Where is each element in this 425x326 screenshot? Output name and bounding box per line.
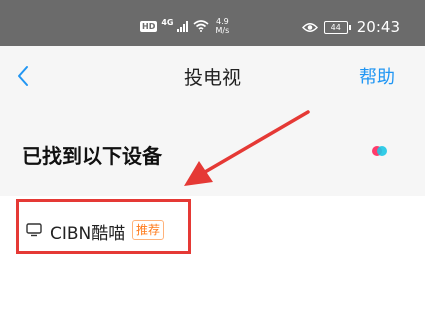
battery-icon: 44 [323, 20, 351, 34]
speed-unit: M/s [215, 26, 230, 35]
network-type-label: 4G [161, 18, 174, 27]
eye-icon [301, 22, 318, 32]
hd-icon: HD [140, 20, 158, 32]
device-list: CIBN酷喵 推荐 [0, 196, 425, 326]
devices-found-heading: 已找到以下设备 [22, 144, 162, 168]
battery-level: 44 [323, 20, 348, 34]
wifi-icon [193, 20, 210, 32]
recommended-badge: 推荐 [132, 220, 165, 240]
battery-tip [348, 24, 351, 30]
network-speed: 4.9 M/s [215, 17, 229, 35]
app-header: 投电视 帮助 [0, 46, 425, 106]
status-left-group: HD 4G 4.9 M/s [140, 17, 229, 35]
signal-icon [177, 20, 189, 32]
status-bar: HD 4G 4.9 M/s 44 20:43 [0, 0, 425, 46]
status-right-group: 44 20:43 [301, 18, 400, 36]
device-item-cibn[interactable]: CIBN酷喵 推荐 [0, 196, 425, 266]
help-button[interactable]: 帮助 [359, 63, 395, 89]
speed-value: 4.9 [216, 17, 229, 26]
loading-dots-icon [372, 146, 387, 156]
clock: 20:43 [356, 18, 400, 36]
device-name: CIBN酷喵 [50, 224, 126, 244]
tv-icon [26, 223, 42, 237]
